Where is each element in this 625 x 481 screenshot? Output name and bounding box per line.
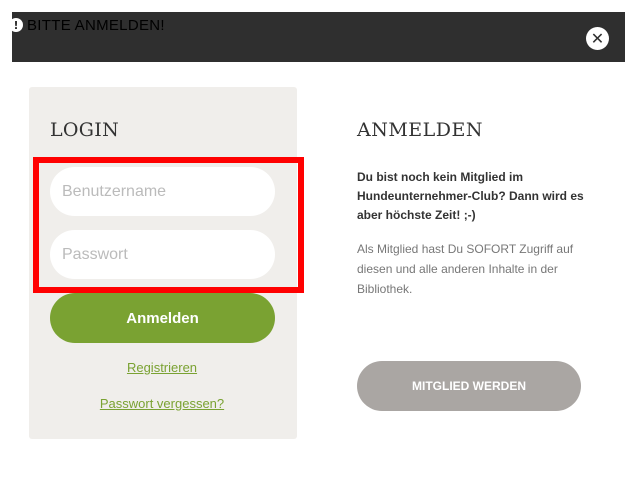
login-heading: LOGIN [50, 119, 120, 141]
signup-info-text: Als Mitglied hast Du SOFORT Zugriff auf … [357, 242, 574, 296]
signup-heading: ANMELDEN [357, 119, 484, 141]
close-icon[interactable]: ✕ [586, 27, 609, 50]
forgot-password-link[interactable]: Passwort vergessen? [100, 396, 224, 411]
become-member-button[interactable]: MITGLIED WERDEN [357, 361, 581, 411]
signup-intro-text: Du bist noch kein Mitglied im Hundeunter… [357, 170, 584, 222]
username-input[interactable] [50, 167, 275, 216]
password-input[interactable] [50, 230, 275, 279]
register-link[interactable]: Registrieren [127, 360, 197, 375]
exclamation-icon: ! [9, 18, 23, 32]
login-button[interactable]: Anmelden [50, 293, 275, 343]
modal-title: BITTE ANMELDEN! [27, 17, 165, 34]
